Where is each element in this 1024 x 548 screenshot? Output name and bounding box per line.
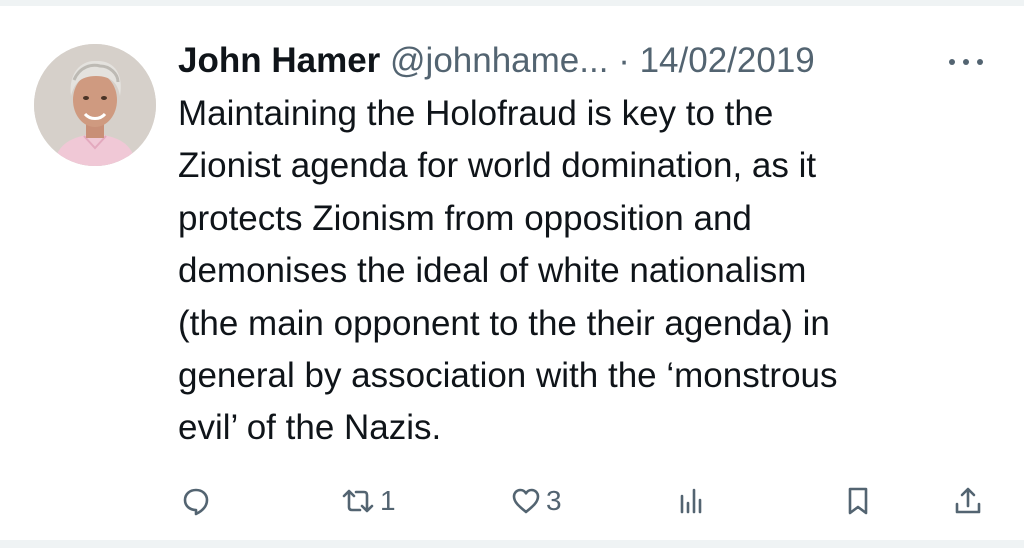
tweet-text-line: demonises the ideal of white nationalism xyxy=(178,251,807,291)
views-button[interactable] xyxy=(676,476,712,526)
avatar[interactable] xyxy=(34,44,156,166)
retweet-icon xyxy=(340,485,376,517)
tweet-text-line: Maintaining the Holofraud is key to the xyxy=(178,94,774,133)
retweet-button[interactable]: 1 xyxy=(340,476,396,526)
author-name[interactable]: John Hamer xyxy=(178,41,380,80)
bookmark-button[interactable] xyxy=(842,476,874,526)
header-separator: · xyxy=(618,41,630,80)
share-icon xyxy=(952,485,984,517)
heart-icon xyxy=(510,485,542,517)
analytics-icon xyxy=(676,485,708,517)
reply-button[interactable] xyxy=(180,476,216,526)
reply-icon xyxy=(180,485,212,517)
like-button[interactable]: 3 xyxy=(510,476,562,526)
tweet[interactable]: John Hamer @johnhame... · 14/02/2019 Mai… xyxy=(0,6,1024,540)
tweet-text-line: (the main opponent to the their agenda) … xyxy=(178,303,830,343)
like-count: 3 xyxy=(546,485,562,516)
tweet-text-line: protects Zionism from opposition and xyxy=(178,198,752,238)
tweet-text: Maintaining the Holofraud is key to the … xyxy=(178,88,998,455)
tweet-header: John Hamer @johnhame... · 14/02/2019 xyxy=(178,36,998,86)
author-handle[interactable]: @johnhame... xyxy=(390,41,608,80)
tweet-text-line: Zionist agenda for world domination, as … xyxy=(178,146,817,186)
more-options-icon[interactable] xyxy=(944,52,988,72)
bookmark-icon xyxy=(842,485,874,517)
tweet-date[interactable]: 14/02/2019 xyxy=(640,41,815,80)
bottom-divider xyxy=(0,540,1024,548)
share-button[interactable] xyxy=(952,476,984,526)
retweet-count: 1 xyxy=(380,485,396,516)
tweet-text-line: general by association with the ‘monstro… xyxy=(178,356,838,396)
tweet-actions: 1 3 xyxy=(0,476,1024,526)
tweet-text-line: evil’ of the Nazis. xyxy=(178,408,442,448)
